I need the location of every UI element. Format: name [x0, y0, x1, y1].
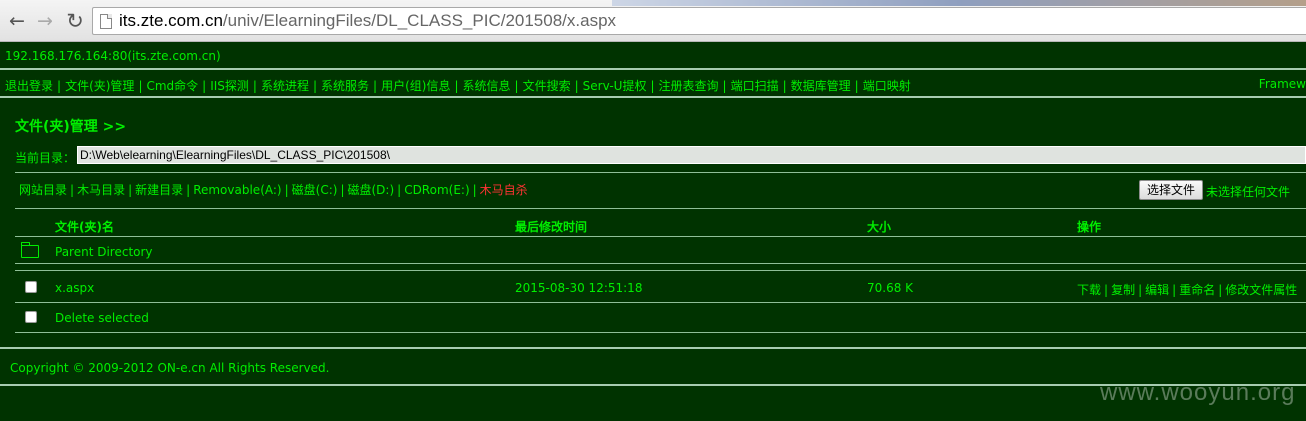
col-header-size: 大小: [867, 220, 892, 234]
watermark: www.wooyun.org: [1100, 379, 1296, 406]
main-menu: 退出登录 | 文件(夹)管理 | Cmd命令 | IIS探测 | 系统进程 | 系统服务 | 用户(组)…: [5, 77, 1306, 93]
divider: [15, 236, 1306, 237]
section-title: 文件(夹)管理 >>: [15, 119, 127, 135]
link-trojan-dir[interactable]: 木马目录: [77, 183, 125, 197]
menu-sysinfo[interactable]: 系统信息: [463, 79, 511, 93]
host-line: 192.168.176.164:80(its.zte.com.cn): [5, 49, 221, 63]
menu-logout[interactable]: 退出登录: [5, 79, 53, 93]
action-edit[interactable]: 编辑: [1145, 283, 1169, 297]
file-size: 70.68 K: [867, 281, 914, 295]
current-dir-label: 当前目录：: [15, 151, 76, 165]
action-rename[interactable]: 重命名: [1179, 283, 1215, 297]
file-modified: 2015-08-30 12:51:18: [515, 281, 643, 295]
menu-users[interactable]: 用户(组)信息: [381, 79, 450, 93]
select-all-checkbox[interactable]: [25, 311, 37, 323]
menu-registry[interactable]: 注册表查询: [659, 79, 719, 93]
browser-tab-strip: [612, 0, 1306, 6]
col-header-action: 操作: [1077, 220, 1102, 234]
link-self-destruct[interactable]: 木马自杀: [480, 183, 528, 197]
link-drive-a[interactable]: Removable(A:): [193, 183, 281, 197]
divider: [15, 172, 1306, 173]
divider: [0, 68, 1306, 70]
divider: [15, 332, 1306, 333]
menu-port-map[interactable]: 端口映射: [863, 79, 911, 93]
menu-file-manager[interactable]: 文件(夹)管理: [65, 79, 134, 93]
parent-directory-link[interactable]: Parent Directory: [55, 245, 153, 259]
divider: [15, 302, 1306, 303]
copyright: Copyright © 2009-2012 ON-e.cn All Rights…: [10, 361, 330, 375]
browser-toolbar: ← → ↻ its.zte.com.cn/univ/ElearningFiles…: [0, 0, 1306, 42]
file-status: 未选择任何文件: [1206, 185, 1291, 199]
current-dir-input[interactable]: D:\Web\elearning\ElearningFiles\DL_CLASS…: [77, 146, 1306, 164]
menu-file-search[interactable]: 文件搜索: [523, 79, 571, 93]
divider: [15, 208, 1306, 209]
choose-file-button[interactable]: 选择文件: [1139, 180, 1203, 200]
divider: [0, 96, 1306, 98]
link-drive-d[interactable]: 磁盘(D:): [347, 183, 394, 197]
url-path: /univ/ElearningFiles/DL_CLASS_PIC/201508…: [222, 11, 617, 30]
link-web-dir[interactable]: 网站目录: [19, 183, 67, 197]
divider: [0, 347, 1306, 349]
link-new-dir[interactable]: 新建目录: [135, 183, 183, 197]
divider: [15, 263, 1306, 264]
action-copy[interactable]: 复制: [1111, 283, 1135, 297]
row-checkbox[interactable]: [25, 281, 37, 293]
menu-database[interactable]: 数据库管理: [791, 79, 851, 93]
action-attributes[interactable]: 修改文件属性: [1225, 283, 1297, 297]
menu-servu[interactable]: Serv-U提权: [583, 79, 647, 93]
file-name-link[interactable]: x.aspx: [55, 281, 94, 295]
action-download[interactable]: 下载: [1077, 283, 1101, 297]
reload-icon[interactable]: ↻: [63, 9, 87, 33]
delete-selected-link[interactable]: Delete selected: [55, 311, 149, 325]
url-host: its.zte.com.cn: [119, 11, 223, 30]
link-drive-c[interactable]: 磁盘(C:): [292, 183, 338, 197]
col-header-name: 文件(夹)名: [55, 220, 114, 234]
folder-icon: [21, 242, 39, 258]
link-drive-e[interactable]: CDRom(E:): [404, 183, 469, 197]
menu-processes[interactable]: 系统进程: [261, 79, 309, 93]
menu-framework[interactable]: Framew: [1259, 77, 1306, 91]
menu-port-scan[interactable]: 端口扫描: [731, 79, 779, 93]
divider: [15, 270, 1306, 271]
page-icon: [100, 14, 112, 29]
menu-services[interactable]: 系统服务: [321, 79, 369, 93]
menu-iis-probe[interactable]: IIS探测: [210, 79, 249, 93]
forward-arrow-icon[interactable]: →: [33, 9, 57, 33]
address-bar[interactable]: its.zte.com.cn/univ/ElearningFiles/DL_CL…: [92, 7, 1306, 35]
menu-cmd[interactable]: Cmd命令: [146, 79, 198, 93]
drive-links: 网站目录 | 木马目录 | 新建目录 | Removable(A:) | 磁盘(C:) | 磁盘(D…: [19, 183, 528, 197]
back-arrow-icon[interactable]: ←: [5, 9, 29, 33]
col-header-modified: 最后修改时间: [515, 220, 588, 234]
file-actions: 下载 | 复制 | 编辑 | 重命名 | 修改文件属性: [1077, 283, 1298, 297]
